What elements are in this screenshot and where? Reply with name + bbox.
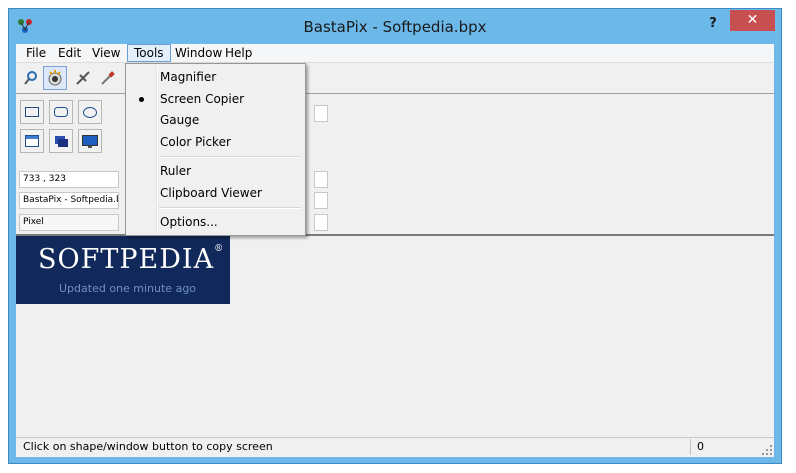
close-button[interactable]: ✕ xyxy=(730,10,775,31)
menu-item-ruler[interactable]: Ruler xyxy=(128,160,303,182)
unit-select[interactable]: Pixel xyxy=(19,214,119,231)
resize-grip-icon[interactable] xyxy=(762,445,772,455)
menu-file[interactable]: File xyxy=(20,45,52,61)
window-title: BastaPix - Softpedia.bpx xyxy=(303,18,487,36)
coordinates-field: 733 , 323 xyxy=(19,171,119,188)
panel-field-unit-right[interactable] xyxy=(314,214,328,231)
rounded-rectangle-icon[interactable] xyxy=(49,100,73,124)
menu-item-options[interactable]: Options... xyxy=(128,211,303,233)
status-message: Click on shape/window button to copy scr… xyxy=(23,440,273,453)
window-blue-icon[interactable] xyxy=(49,129,73,153)
softpedia-logo: SOFTPEDIA® Updated one minute ago xyxy=(16,236,230,304)
help-button[interactable]: ? xyxy=(701,14,725,34)
title-bar[interactable]: BastaPix - Softpedia.bpx ? ✕ xyxy=(9,9,781,45)
menu-edit[interactable]: Edit xyxy=(52,45,87,61)
rectangle-icon[interactable] xyxy=(20,100,44,124)
menu-item-screen-copier[interactable]: Screen Copier xyxy=(128,88,303,110)
menu-item-gauge[interactable]: Gauge xyxy=(128,109,303,131)
menu-separator xyxy=(159,156,301,158)
menu-item-clipboard-viewer[interactable]: Clipboard Viewer xyxy=(128,182,303,204)
logo-subtitle: Updated one minute ago xyxy=(59,282,197,295)
menu-item-magnifier[interactable]: Magnifier xyxy=(128,66,303,88)
menu-item-screen-copier-label: Screen Copier xyxy=(160,92,245,106)
desktop-icon[interactable] xyxy=(78,129,102,153)
panel-field-name-right[interactable] xyxy=(314,192,328,209)
document-name-field: BastaPix - Softpedia.bpx xyxy=(19,192,119,209)
menu-help[interactable]: Help xyxy=(219,45,258,61)
panel-field-coordinates-right[interactable] xyxy=(314,171,328,188)
status-bar: Click on shape/window button to copy scr… xyxy=(16,437,774,457)
magnifier-icon[interactable] xyxy=(19,66,43,90)
logo-title: SOFTPEDIA® xyxy=(38,244,225,275)
color-picker-icon[interactable] xyxy=(96,66,120,90)
checked-bullet-icon xyxy=(139,97,144,102)
image-viewer[interactable]: SOFTPEDIA® Updated one minute ago xyxy=(16,236,774,429)
menu-separator xyxy=(159,207,301,209)
menu-item-color-picker[interactable]: Color Picker xyxy=(128,131,303,153)
window-icon[interactable] xyxy=(20,129,44,153)
ellipse-icon[interactable] xyxy=(78,100,102,124)
menu-view[interactable]: View xyxy=(86,45,126,61)
gauge-icon[interactable] xyxy=(71,66,95,90)
menu-bar: File Edit View Tools Window Help xyxy=(16,44,774,63)
menu-tools[interactable]: Tools xyxy=(127,44,171,62)
status-count: 0 xyxy=(690,439,730,455)
panel-field-top[interactable] xyxy=(314,105,328,122)
screen-copier-icon[interactable] xyxy=(43,66,67,90)
tools-menu-dropdown: Magnifier Screen Copier Gauge Color Pick… xyxy=(125,63,306,236)
